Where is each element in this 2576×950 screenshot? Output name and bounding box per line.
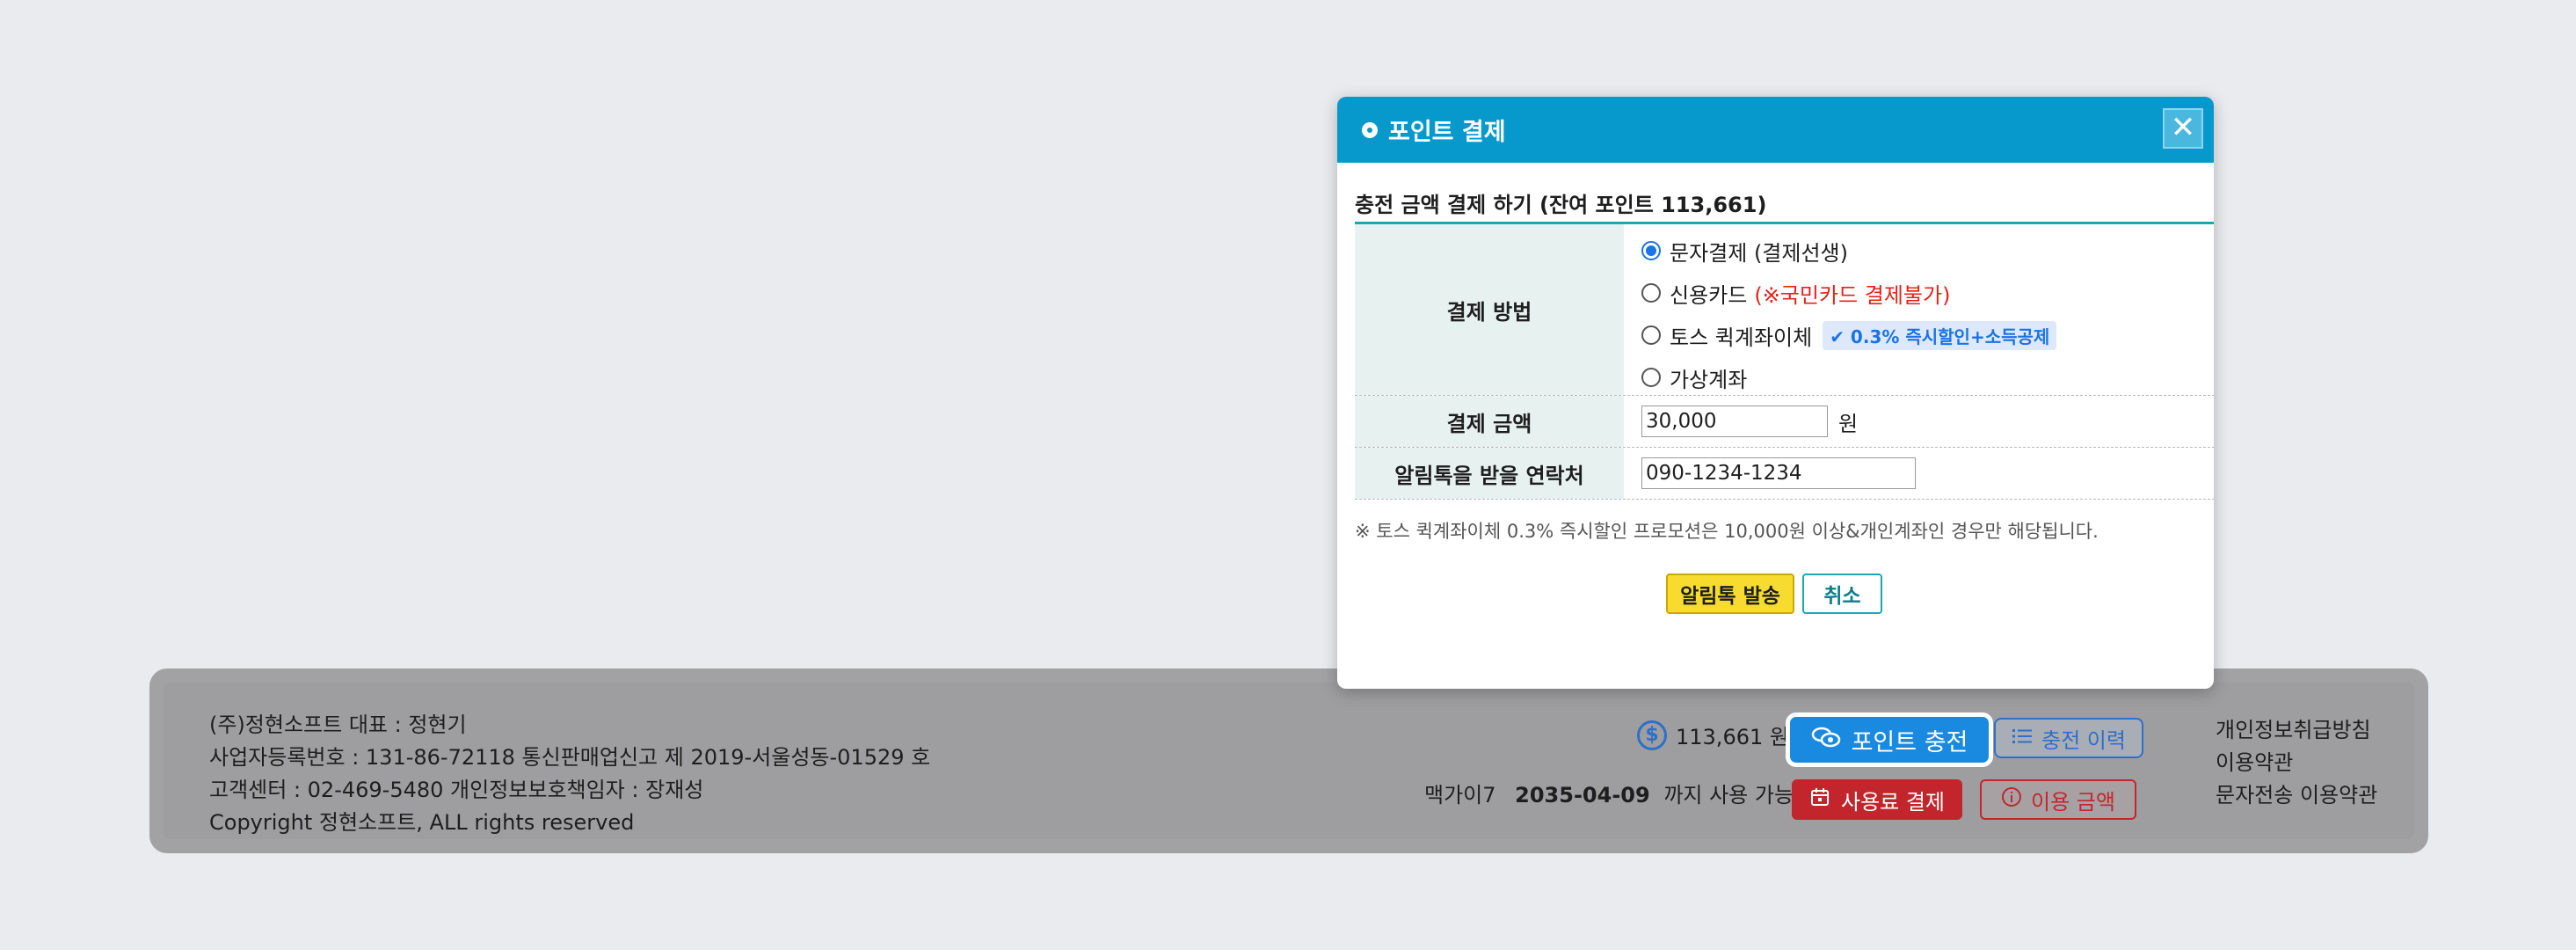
payment-method-row: 결제 방법 문자결제 (결제선생) 신용카드 (※국민카드 결제불가) 토스 퀵… bbox=[1355, 224, 2214, 396]
payment-method-label: 결제 방법 bbox=[1355, 224, 1624, 395]
promotion-note: ※ 토스 퀵계좌이체 0.3% 즉시할인 프로모션은 10,000원 이상&개인… bbox=[1355, 521, 2099, 542]
title-bullet-icon bbox=[1362, 121, 1378, 138]
usage-fee-pay-button[interactable]: 사용료 결제 bbox=[1792, 779, 1962, 820]
method-option-toss[interactable]: 토스 퀵계좌이체 ✔ 0.3% 즉시할인+소득공제 bbox=[1641, 314, 2214, 356]
company-line-support: 고객센터 : 02-469-5480 개인정보보호책임자 : 장재성 bbox=[209, 778, 704, 802]
usage-amount-label: 이용 금액 bbox=[2031, 789, 2115, 815]
method-option-sms-label: 문자결제 (결제선생) bbox=[1670, 240, 1848, 266]
payment-amount-label: 결제 금액 bbox=[1355, 396, 1624, 447]
footer: (주)정현소프트 대표 : 정현기 사업자등록번호 : 131-86-72118… bbox=[149, 669, 2428, 853]
contact-cell bbox=[1624, 448, 2214, 499]
point-balance: $ 113,661 원 bbox=[1637, 720, 1789, 750]
calendar-icon bbox=[1809, 786, 1830, 813]
section-title: 충전 금액 결제 하기 (잔여 포인트 113,661) bbox=[1355, 193, 1767, 217]
radio-credit-card[interactable] bbox=[1641, 283, 1661, 303]
footer-links: 개인정보취급방침 이용약관 문자전송 이용약관 bbox=[2216, 714, 2377, 812]
charge-history-button[interactable]: 충전 이력 bbox=[1994, 718, 2143, 758]
dollar-coin-icon: $ bbox=[1637, 720, 1667, 750]
radio-virtual-account[interactable] bbox=[1641, 368, 1661, 387]
cancel-button[interactable]: 취소 bbox=[1802, 574, 1882, 614]
radio-sms[interactable] bbox=[1641, 241, 1661, 260]
coins-icon bbox=[1811, 726, 1841, 755]
point-balance-value: 113,661 원 bbox=[1676, 725, 1789, 749]
method-option-credit-card[interactable]: 신용카드 (※국민카드 결제불가) bbox=[1641, 272, 2214, 314]
payment-amount-row: 결제 금액 원 bbox=[1355, 396, 2214, 448]
terms-link[interactable]: 이용약관 bbox=[2216, 747, 2377, 779]
subscription-expiry: 맥가이7 2035-04-09 까지 사용 가능 bbox=[1424, 778, 1794, 808]
charge-history-label: 충전 이력 bbox=[2041, 727, 2126, 753]
payment-amount-cell: 원 bbox=[1624, 396, 2214, 447]
company-line-ceo: (주)정현소프트 대표 : 정현기 bbox=[209, 712, 467, 737]
payment-amount-unit: 원 bbox=[1838, 411, 1859, 436]
point-payment-modal: 포인트 결제 ✕ 충전 금액 결제 하기 (잔여 포인트 113,661) 결제… bbox=[1337, 97, 2214, 689]
contact-label: 알림톡을 받을 연락처 bbox=[1355, 448, 1624, 499]
expiry-suffix: 까지 사용 가능 bbox=[1663, 783, 1794, 808]
method-option-virtual-account-label: 가상계좌 bbox=[1670, 367, 1748, 392]
point-charge-button[interactable]: 포인트 충전 bbox=[1786, 712, 1993, 767]
company-line-registration: 사업자등록번호 : 131-86-72118 통신판매업신고 제 2019-서울… bbox=[209, 745, 931, 770]
usage-amount-button[interactable]: 이용 금액 bbox=[1980, 779, 2136, 820]
method-option-toss-label: 토스 퀵계좌이체 bbox=[1670, 325, 1813, 350]
modal-header: 포인트 결제 ✕ bbox=[1337, 97, 2214, 163]
close-icon[interactable]: ✕ bbox=[2163, 108, 2203, 149]
expiry-date: 2035-04-09 bbox=[1515, 783, 1650, 808]
account-name: 맥가이7 bbox=[1424, 783, 1496, 808]
point-charge-label: 포인트 충전 bbox=[1851, 728, 1968, 756]
payment-amount-input[interactable] bbox=[1641, 406, 1828, 437]
payment-form-table: 결제 방법 문자결제 (결제선생) 신용카드 (※국민카드 결제불가) 토스 퀵… bbox=[1355, 222, 2214, 500]
contact-row: 알림톡을 받을 연락처 bbox=[1355, 448, 2214, 500]
method-option-virtual-account[interactable]: 가상계좌 bbox=[1641, 356, 2214, 398]
contact-input[interactable] bbox=[1641, 457, 1916, 489]
modal-title: 포인트 결제 bbox=[1388, 119, 1506, 146]
credit-card-warning: (※국민카드 결제불가) bbox=[1754, 282, 1951, 308]
privacy-policy-link[interactable]: 개인정보취급방침 bbox=[2216, 714, 2377, 747]
method-option-credit-card-label: 신용카드 bbox=[1670, 282, 1748, 308]
payment-method-options: 문자결제 (결제선생) 신용카드 (※국민카드 결제불가) 토스 퀵계좌이체 ✔… bbox=[1624, 224, 2214, 395]
sms-terms-link[interactable]: 문자전송 이용약관 bbox=[2216, 779, 2377, 812]
company-line-copyright: Copyright 정현소프트, ALL rights reserved bbox=[209, 810, 635, 835]
footer-inner: (주)정현소프트 대표 : 정현기 사업자등록번호 : 131-86-72118… bbox=[164, 683, 2414, 839]
send-alimtalk-button[interactable]: 알림톡 발송 bbox=[1666, 574, 1794, 614]
info-circle-icon bbox=[2001, 786, 2022, 813]
company-info: (주)정현소프트 대표 : 정현기 사업자등록번호 : 131-86-72118… bbox=[209, 709, 930, 839]
radio-toss[interactable] bbox=[1641, 325, 1661, 345]
method-option-sms[interactable]: 문자결제 (결제선생) bbox=[1641, 230, 2214, 272]
usage-fee-pay-label: 사용료 결제 bbox=[1840, 789, 1946, 815]
toss-discount-badge: ✔ 0.3% 즉시할인+소득공제 bbox=[1823, 320, 2057, 350]
list-icon bbox=[2012, 726, 2033, 750]
